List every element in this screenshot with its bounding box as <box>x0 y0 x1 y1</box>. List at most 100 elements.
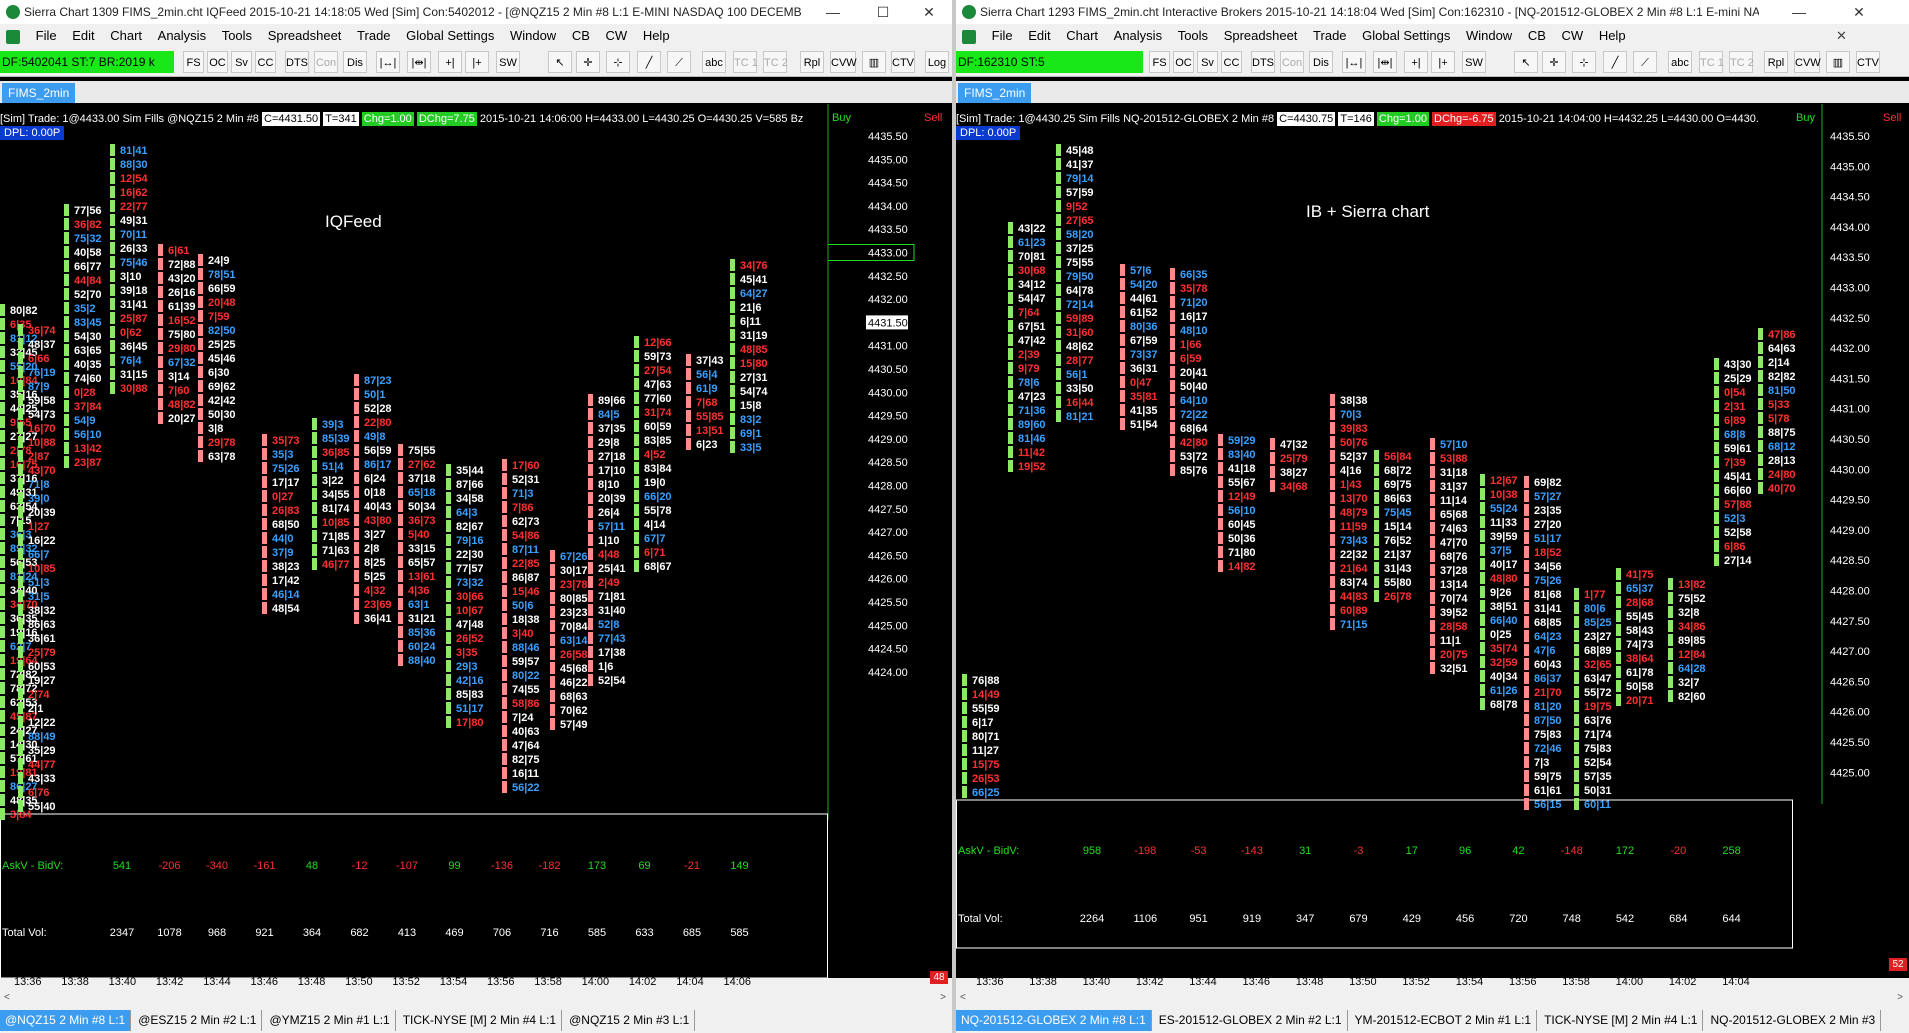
menu-chart[interactable]: Chart <box>104 24 148 48</box>
toolbar-button-20[interactable]: Rpl <box>1764 51 1788 73</box>
scroll-right-icon[interactable]: > <box>940 992 946 1003</box>
menu-chart[interactable]: Chart <box>1060 24 1104 48</box>
bottom-tab-5[interactable]: NQ-201512-GLOBEX 2 Min #3 <box>1705 1010 1882 1031</box>
toolbar-button-15[interactable]: ╱ <box>1603 51 1627 73</box>
toolbar-button-16[interactable]: ⟋ <box>667 51 691 73</box>
toolbar-button-17[interactable]: abc <box>1668 51 1692 73</box>
buy-label[interactable]: Buy <box>832 112 851 124</box>
sell-label[interactable]: Sell <box>1883 112 1901 124</box>
toolbar-button-14[interactable]: ⊹ <box>1572 51 1596 73</box>
toolbar-button-18[interactable]: TC 1 <box>733 51 758 73</box>
toolbar-button-7[interactable]: |↔| <box>376 51 400 73</box>
toolbar-button-6[interactable]: Dis <box>1309 51 1333 73</box>
bottom-tab-1[interactable]: NQ-201512-GLOBEX 2 Min #8 L:1 <box>956 1010 1152 1031</box>
bottom-tab-5[interactable]: @NQZ15 2 Min #3 L:1 <box>564 1010 696 1031</box>
menu-window[interactable]: Window <box>504 24 562 48</box>
toolbar-button-3[interactable]: CC <box>255 51 276 73</box>
bottom-tab-4[interactable]: TICK-NYSE [M] 2 Min #4 L:1 <box>398 1010 563 1031</box>
chart-tab[interactable]: FIMS_2min <box>2 83 76 103</box>
toolbar-button-22[interactable]: ▥ <box>862 51 886 73</box>
toolbar-button-20[interactable]: Rpl <box>800 51 824 73</box>
menu-spreadsheet[interactable]: Spreadsheet <box>1218 24 1304 48</box>
toolbar-button-12[interactable]: ↖ <box>1514 51 1538 73</box>
menu-tools[interactable]: Tools <box>1172 24 1214 48</box>
toolbar-button-9[interactable]: +| <box>1404 51 1428 73</box>
toolbar-button-2[interactable]: Sv <box>231 51 252 73</box>
toolbar-button-10[interactable]: |+ <box>1431 51 1455 73</box>
toolbar-button-4[interactable]: DTS <box>285 51 309 73</box>
toolbar-button-8[interactable]: |⇹| <box>407 51 431 73</box>
toolbar-button-9[interactable]: +| <box>438 51 462 73</box>
toolbar-button-8[interactable]: |⇹| <box>1373 51 1397 73</box>
toolbar-button-12[interactable]: ↖ <box>548 51 572 73</box>
toolbar-button-18[interactable]: TC 1 <box>1699 51 1724 73</box>
menu-analysis[interactable]: Analysis <box>152 24 212 48</box>
bottom-tab-1[interactable]: @NQZ15 2 Min #8 L:1 <box>0 1010 132 1031</box>
menu-cw[interactable]: CW <box>1556 24 1590 48</box>
menu-cw[interactable]: CW <box>600 24 634 48</box>
toolbar-button-5[interactable]: Con <box>1280 51 1304 73</box>
toolbar-button-1[interactable]: OC <box>207 51 228 73</box>
toolbar-button-21[interactable]: CVW <box>1794 51 1821 73</box>
menu-global-settings[interactable]: Global Settings <box>1356 24 1456 48</box>
chart-area[interactable]: 4435.50 4435.00 4434.50 4434.00 4433.50 4433.… <box>956 104 1909 978</box>
close-icon[interactable]: ✕ <box>1836 0 1882 24</box>
toolbar-button-21[interactable]: CVW <box>830 51 857 73</box>
menu-help[interactable]: Help <box>637 24 676 48</box>
chart-area[interactable]: 4435.50 4435.00 4434.50 4434.00 4433.50 4433.… <box>0 104 952 978</box>
menu-spreadsheet[interactable]: Spreadsheet <box>262 24 348 48</box>
maximize-icon[interactable]: ☐ <box>860 0 906 24</box>
menu-analysis[interactable]: Analysis <box>1108 24 1168 48</box>
menu-trade[interactable]: Trade <box>351 24 396 48</box>
toolbar-button-6[interactable]: Dis <box>343 51 367 73</box>
menu-tools[interactable]: Tools <box>216 24 258 48</box>
menu-file[interactable]: File <box>986 24 1019 48</box>
scroll-right-icon[interactable]: > <box>1897 992 1903 1003</box>
horizontal-scrollbar[interactable]: < > <box>0 992 952 1004</box>
toolbar-button-7[interactable]: |↔| <box>1342 51 1366 73</box>
toolbar-button-17[interactable]: abc <box>702 51 726 73</box>
toolbar-button-23[interactable]: CTV <box>891 51 915 73</box>
buy-label[interactable]: Buy <box>1796 112 1815 124</box>
toolbar-button-11[interactable]: SW <box>1462 51 1486 73</box>
toolbar-button-2[interactable]: Sv <box>1197 51 1218 73</box>
toolbar-button-13[interactable]: ✛ <box>1542 51 1566 73</box>
toolbar-button-19[interactable]: TC 2 <box>1729 51 1754 73</box>
minimize-icon[interactable]: — <box>810 0 856 24</box>
sell-label[interactable]: Sell <box>924 112 942 124</box>
app-menu-icon[interactable] <box>6 29 20 44</box>
toolbar-button-3[interactable]: CC <box>1221 51 1242 73</box>
minimize-icon[interactable]: — <box>1776 0 1822 24</box>
bottom-tab-2[interactable]: @ESZ15 2 Min #2 L:1 <box>133 1010 263 1031</box>
scroll-left-icon[interactable]: < <box>960 992 966 1003</box>
menu-cb[interactable]: CB <box>566 24 596 48</box>
toolbar-button-5[interactable]: Con <box>314 51 338 73</box>
menu-trade[interactable]: Trade <box>1307 24 1352 48</box>
toolbar-button-14[interactable]: ⊹ <box>606 51 630 73</box>
close-icon[interactable]: ✕ <box>906 0 952 24</box>
toolbar-button-16[interactable]: ⟋ <box>1633 51 1657 73</box>
toolbar-button-11[interactable]: SW <box>496 51 520 73</box>
toolbar-button-4[interactable]: DTS <box>1251 51 1275 73</box>
horizontal-scrollbar[interactable]: < > <box>956 992 1909 1004</box>
menu-edit[interactable]: Edit <box>66 24 100 48</box>
toolbar-button-24[interactable]: Log <box>925 51 949 73</box>
menu-cb[interactable]: CB <box>1522 24 1552 48</box>
menu-file[interactable]: File <box>30 24 63 48</box>
menu-help[interactable]: Help <box>1593 24 1632 48</box>
toolbar-button-22[interactable]: ▥ <box>1826 51 1850 73</box>
menu-global-settings[interactable]: Global Settings <box>400 24 500 48</box>
toolbar-button-19[interactable]: TC 2 <box>763 51 788 73</box>
app-menu-icon[interactable] <box>962 29 976 44</box>
toolbar-button-23[interactable]: CTV <box>1856 51 1880 73</box>
toolbar-button-15[interactable]: ╱ <box>637 51 661 73</box>
toolbar-button-10[interactable]: |+ <box>465 51 489 73</box>
bottom-tab-4[interactable]: TICK-NYSE [M] 2 Min #4 L:1 <box>1539 1010 1704 1031</box>
toolbar-button-0[interactable]: FS <box>183 51 204 73</box>
bottom-tab-3[interactable]: @YMZ15 2 Min #1 L:1 <box>264 1010 396 1031</box>
toolbar-button-0[interactable]: FS <box>1149 51 1170 73</box>
footprint-chart-svg[interactable]: 4435.50 4435.00 4434.50 4434.00 4433.50 4433.… <box>956 104 1909 978</box>
bottom-tab-3[interactable]: YM-201512-ECBOT 2 Min #1 L:1 <box>1350 1010 1538 1031</box>
toolbar-button-13[interactable]: ✛ <box>576 51 600 73</box>
scroll-left-icon[interactable]: < <box>4 992 10 1003</box>
